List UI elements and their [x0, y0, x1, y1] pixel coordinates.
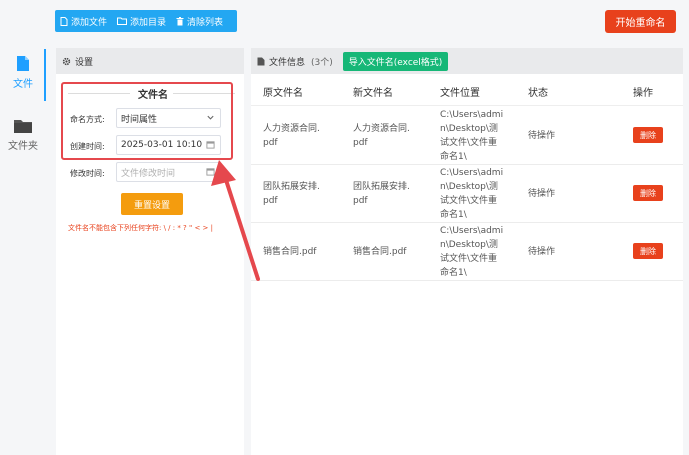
location-line: C:\Users\admi [440, 110, 504, 120]
calendar-icon [206, 168, 215, 176]
delete-button[interactable]: 删除 [633, 243, 663, 259]
add-dir-label: 添加目录 [130, 17, 167, 28]
rail-item-folder-label: 文件夹 [8, 141, 38, 152]
trash-icon [176, 16, 184, 25]
location-line: 试文件\文件重 [440, 138, 498, 148]
col-action: 操作 [633, 88, 653, 99]
new-name-line: 团队拓展安排. [353, 182, 410, 192]
add-file-icon [60, 16, 68, 26]
reset-settings-button[interactable]: 重置设置 [121, 193, 183, 215]
location-line: 命名1\ [440, 210, 467, 220]
import-excel-button[interactable]: 导入文件名(excel格式) [342, 51, 449, 71]
toolbar: 添加文件 添加目录 清除列表 [55, 10, 237, 32]
add-file-label: 添加文件 [71, 17, 108, 28]
table-row: 销售合同.pdf 销售合同.pdf C:\Users\admi n\Deskto… [251, 223, 683, 281]
file-info-panel: 文件信息 (3个) 导入文件名(excel格式) 原文件名 新文件名 文件位置 … [251, 48, 683, 455]
location-cell: C:\Users\admi n\Desktop\测 试文件\文件重 命名1\ [440, 166, 503, 222]
rail-item-folder[interactable]: 文件夹 [0, 118, 46, 152]
rail-item-file-label: 文件 [13, 79, 33, 90]
highlight-box [61, 82, 233, 160]
original-name-line: 销售合同.pdf [263, 247, 317, 257]
location-line: 试文件\文件重 [440, 196, 498, 206]
location-line: 试文件\文件重 [440, 254, 498, 264]
add-dir-button[interactable]: 添加目录 [117, 15, 166, 28]
original-name-line: pdf [263, 138, 278, 148]
original-name-cell: 销售合同.pdf [263, 245, 316, 259]
file-count: (3个) [311, 57, 333, 68]
add-file-button[interactable]: 添加文件 [60, 15, 107, 28]
status-cell: 待操作 [528, 189, 556, 199]
settings-header: 设置 [56, 48, 244, 74]
col-status: 状态 [528, 88, 548, 99]
status-cell: 待操作 [528, 247, 556, 257]
location-line: C:\Users\admi [440, 226, 504, 236]
modified-time-input[interactable]: 文件修改时间 [116, 162, 221, 182]
location-line: n\Desktop\测 [440, 124, 498, 134]
col-original-name: 原文件名 [263, 88, 303, 99]
table-header: 原文件名 新文件名 文件位置 状态 操作 [251, 78, 683, 106]
new-name-line: 销售合同.pdf [353, 247, 407, 257]
original-name-line: 团队拓展安排. [263, 182, 320, 192]
status-cell: 待操作 [528, 131, 556, 141]
folder-icon [14, 120, 32, 133]
filename-warning: 文件名不能包含下列任何字符: \ / : * ? " < > | [68, 224, 213, 232]
original-name-line: pdf [263, 196, 278, 206]
original-name-cell: 人力资源合同. pdf [263, 122, 320, 150]
side-rail: 文件 文件夹 [0, 0, 46, 455]
modified-time-placeholder: 文件修改时间 [121, 168, 176, 179]
document-icon [257, 57, 265, 65]
location-cell: C:\Users\admi n\Desktop\测 试文件\文件重 命名1\ [440, 108, 503, 164]
col-new-name: 新文件名 [353, 88, 393, 99]
location-line: 命名1\ [440, 152, 467, 162]
file-icon [17, 56, 29, 71]
original-name-cell: 团队拓展安排. pdf [263, 180, 320, 208]
new-name-line: pdf [353, 196, 368, 206]
clear-list-button[interactable]: 清除列表 [176, 15, 223, 28]
delete-button[interactable]: 删除 [633, 127, 663, 143]
clear-list-label: 清除列表 [187, 17, 224, 28]
location-line: C:\Users\admi [440, 168, 504, 178]
table-row: 团队拓展安排. pdf 团队拓展安排. pdf C:\Users\admi n\… [251, 165, 683, 223]
new-name-cell: 团队拓展安排. pdf [353, 180, 410, 208]
rail-item-file[interactable]: 文件 [0, 49, 46, 101]
modified-time-label: 修改时间: [70, 169, 105, 178]
settings-title: 设置 [75, 57, 94, 68]
col-location: 文件位置 [440, 88, 480, 99]
table-row: 人力资源合同. pdf 人力资源合同. pdf C:\Users\admi n\… [251, 107, 683, 165]
location-line: n\Desktop\测 [440, 182, 498, 192]
gear-icon [62, 57, 71, 65]
folder-outline-icon [117, 17, 128, 25]
location-line: n\Desktop\测 [440, 240, 498, 250]
new-name-line: pdf [353, 138, 368, 148]
original-name-line: 人力资源合同. [263, 124, 320, 134]
delete-button[interactable]: 删除 [633, 185, 663, 201]
new-name-line: 人力资源合同. [353, 124, 410, 134]
file-info-title: 文件信息 [269, 57, 306, 68]
new-name-cell: 人力资源合同. pdf [353, 122, 410, 150]
new-name-cell: 销售合同.pdf [353, 245, 406, 259]
location-cell: C:\Users\admi n\Desktop\测 试文件\文件重 命名1\ [440, 224, 503, 280]
file-info-header: 文件信息 (3个) 导入文件名(excel格式) [251, 48, 683, 74]
location-line: 命名1\ [440, 268, 467, 278]
start-rename-button[interactable]: 开始重命名 [605, 10, 676, 33]
